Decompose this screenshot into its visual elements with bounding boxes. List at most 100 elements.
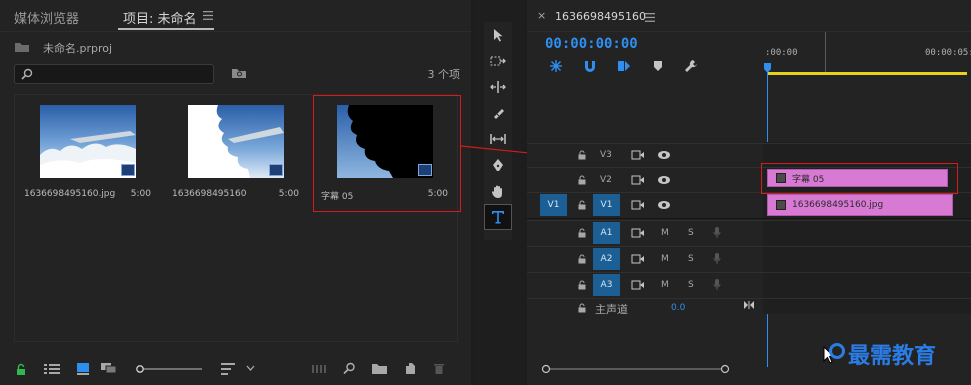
project-filename: 未命名.prproj: [43, 42, 113, 55]
new-item-icon[interactable]: [404, 362, 416, 375]
mute-button[interactable]: M: [661, 228, 669, 238]
razor-tool[interactable]: [484, 100, 512, 126]
track-name-v3: V3: [600, 150, 612, 160]
watermark-logo-icon: [829, 343, 845, 359]
microphone-icon[interactable]: [713, 226, 721, 240]
track-lock-icon[interactable]: [578, 200, 586, 210]
work-area-bar[interactable]: [767, 72, 967, 75]
linked-selection-icon[interactable]: [617, 59, 631, 73]
zoom-slider[interactable]: [136, 365, 202, 373]
ripple-edit-tool[interactable]: [484, 74, 512, 100]
clip-label: 1636698495160.jpg: [792, 200, 884, 210]
image-badge-icon: [121, 164, 135, 176]
track-divider: [527, 218, 971, 219]
panel-menu-icon[interactable]: [203, 11, 213, 20]
item-count: 3 个项: [427, 68, 461, 81]
track-target-a1[interactable]: A1: [593, 222, 620, 244]
track-lock-icon[interactable]: [578, 254, 586, 264]
folder-icon: [14, 41, 30, 53]
new-bin-icon[interactable]: [372, 363, 387, 374]
new-search-bin-icon[interactable]: [231, 67, 247, 79]
solo-button[interactable]: S: [688, 254, 694, 264]
close-tab-icon[interactable]: ×: [537, 9, 546, 22]
tab-media-browser[interactable]: 媒体浏览器: [14, 8, 79, 27]
item-duration: 5:00: [130, 189, 151, 199]
sync-lock-icon[interactable]: [631, 254, 645, 264]
sync-lock-icon[interactable]: [631, 228, 645, 238]
razor-icon: [494, 109, 504, 119]
timeline-panel: × 1636698495160 00:00:00:00 :00:00 00:00…: [527, 0, 971, 385]
ruler-label: 00:00:05:: [925, 48, 971, 58]
ripple-edit-icon: [490, 81, 506, 93]
track-lock-icon[interactable]: [578, 303, 586, 313]
go-to-end-icon[interactable]: [743, 300, 755, 310]
track-divider: [527, 246, 971, 247]
item-name: 1636698495160.jpg: [24, 189, 116, 199]
eye-icon[interactable]: [657, 175, 671, 185]
snap-icon[interactable]: [583, 59, 597, 73]
item-name: 1636698495160: [172, 189, 247, 199]
freeform-view-icon[interactable]: [101, 363, 121, 375]
ruler-label: :00:00: [765, 48, 798, 58]
chevron-down-icon[interactable]: [246, 365, 255, 371]
tab-project[interactable]: 项目: 未命名: [123, 8, 197, 27]
track-lock-icon[interactable]: [578, 228, 586, 238]
panel-menu-icon[interactable]: [645, 13, 655, 22]
master-volume-value[interactable]: 0.0: [671, 303, 685, 313]
track-target-a3[interactable]: A3: [593, 274, 620, 296]
hand-icon: [491, 185, 502, 198]
divider: [0, 31, 471, 32]
track-divider: [527, 143, 971, 144]
timeline-scrollbar[interactable]: [541, 364, 731, 374]
track-lock-icon[interactable]: [578, 175, 586, 185]
sync-lock-icon[interactable]: [631, 200, 645, 210]
track-name-v2: V2: [600, 175, 612, 185]
sync-lock-icon[interactable]: [631, 175, 645, 185]
solo-button[interactable]: S: [688, 280, 694, 290]
find-icon[interactable]: [343, 362, 356, 375]
eye-icon[interactable]: [657, 150, 671, 160]
wrench-icon[interactable]: [684, 59, 698, 73]
track-lock-icon[interactable]: [578, 280, 586, 290]
automate-to-sequence-icon: [312, 365, 326, 373]
track-target-v1[interactable]: V1: [593, 194, 620, 216]
sync-lock-icon[interactable]: [631, 150, 645, 160]
item-duration: 5:00: [427, 189, 448, 199]
track-target-a2[interactable]: A2: [593, 248, 620, 270]
item-duration: 5:00: [278, 189, 299, 199]
mute-button[interactable]: M: [661, 254, 669, 264]
marker-icon[interactable]: [653, 60, 663, 72]
sequence-badge-icon: [269, 164, 283, 176]
microphone-icon[interactable]: [713, 252, 721, 266]
type-icon: [492, 211, 504, 224]
track-lock-icon[interactable]: [578, 150, 586, 160]
search-icon: [21, 68, 33, 80]
nest-sequence-icon[interactable]: [549, 59, 563, 73]
microphone-icon[interactable]: [713, 278, 721, 292]
trash-icon: [434, 364, 444, 374]
title-badge-icon: [418, 164, 432, 176]
type-tool[interactable]: [484, 204, 512, 230]
active-tab-underline: [118, 28, 214, 30]
eye-icon[interactable]: [657, 200, 671, 210]
clip-label: 字幕 05: [792, 174, 825, 185]
search-input[interactable]: [14, 64, 214, 84]
sort-icon[interactable]: [221, 363, 235, 375]
icon-view-icon[interactable]: [76, 362, 90, 376]
title-clip[interactable]: 字幕 05: [767, 169, 948, 187]
list-view-icon[interactable]: [44, 363, 60, 375]
lock-icon[interactable]: [16, 363, 26, 376]
project-bottom-bar: [0, 353, 471, 385]
track-divider: [527, 298, 971, 299]
track-divider: [527, 220, 971, 221]
sync-lock-icon[interactable]: [631, 280, 645, 290]
mute-button[interactable]: M: [661, 280, 669, 290]
track-select-tool[interactable]: [484, 48, 512, 74]
selection-tool[interactable]: [484, 22, 512, 48]
image-clip[interactable]: 1636698495160.jpg: [767, 194, 953, 216]
sequence-tab[interactable]: 1636698495160: [555, 10, 646, 23]
watermark-text: 最需教育: [848, 343, 937, 369]
playhead-timecode[interactable]: 00:00:00:00: [545, 36, 638, 52]
source-patch-v1[interactable]: V1: [540, 194, 567, 216]
solo-button[interactable]: S: [688, 228, 694, 238]
